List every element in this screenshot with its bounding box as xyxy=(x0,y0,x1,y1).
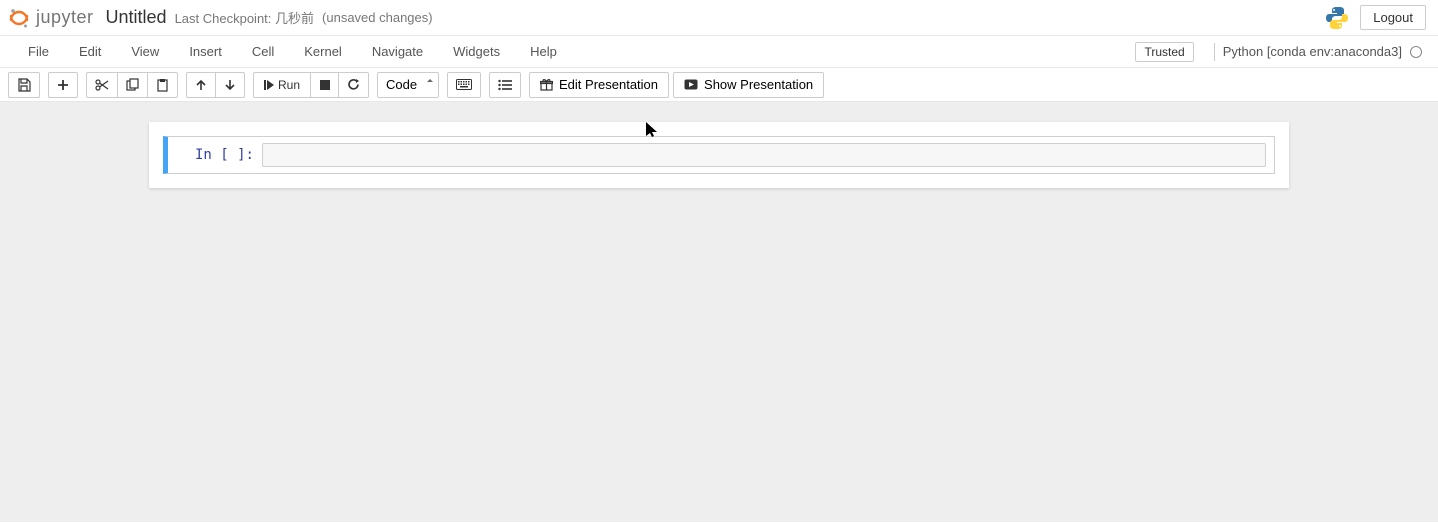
menu-insert[interactable]: Insert xyxy=(177,38,234,65)
paste-icon xyxy=(156,78,169,92)
cell-input[interactable] xyxy=(262,143,1266,167)
move-down-button[interactable] xyxy=(216,72,245,98)
code-cell[interactable]: In [ ]: xyxy=(163,136,1275,174)
show-presentation-button[interactable]: Show Presentation xyxy=(673,72,824,98)
arrow-down-icon xyxy=(224,79,236,91)
restart-icon xyxy=(347,78,360,91)
menu-view[interactable]: View xyxy=(119,38,171,65)
run-label: Run xyxy=(278,78,300,92)
checkpoint-time: 几秒前 xyxy=(275,11,314,26)
notebook-container: In [ ]: xyxy=(149,122,1289,188)
cut-button[interactable] xyxy=(86,72,118,98)
cell-prompt: In [ ]: xyxy=(176,143,262,167)
copy-icon xyxy=(126,78,139,91)
save-icon xyxy=(17,78,31,92)
run-icon xyxy=(264,80,274,90)
logout-button[interactable]: Logout xyxy=(1360,5,1426,30)
jupyter-logo[interactable]: jupyter xyxy=(8,7,94,29)
menu-help[interactable]: Help xyxy=(518,38,569,65)
move-up-button[interactable] xyxy=(186,72,216,98)
jupyter-logo-text: jupyter xyxy=(36,7,94,28)
show-presentation-label: Show Presentation xyxy=(704,77,813,92)
menu-kernel[interactable]: Kernel xyxy=(292,38,354,65)
stop-icon xyxy=(320,80,330,90)
run-button[interactable]: Run xyxy=(253,72,311,98)
kernel-name[interactable]: Python [conda env:anaconda3] xyxy=(1223,44,1402,59)
notebook-title[interactable]: Untitled xyxy=(106,7,167,28)
edit-presentation-button[interactable]: Edit Presentation xyxy=(529,72,669,98)
menu-file[interactable]: File xyxy=(16,38,61,65)
header: jupyter Untitled Last Checkpoint: 几秒前 (u… xyxy=(0,0,1438,36)
edit-presentation-label: Edit Presentation xyxy=(559,77,658,92)
jupyter-logo-icon xyxy=(8,7,30,29)
notebook-background: In [ ]: xyxy=(0,102,1438,522)
plus-icon xyxy=(57,79,69,91)
keyboard-icon xyxy=(456,79,472,90)
command-palette-button[interactable] xyxy=(447,72,481,98)
trusted-badge[interactable]: Trusted xyxy=(1135,42,1193,62)
menu-navigate[interactable]: Navigate xyxy=(360,38,435,65)
python-logo-icon xyxy=(1324,5,1350,31)
interrupt-button[interactable] xyxy=(311,72,339,98)
celltype-select[interactable]: Code xyxy=(377,72,439,98)
kernel-idle-icon[interactable] xyxy=(1410,46,1422,58)
restart-button[interactable] xyxy=(339,72,369,98)
checkpoint-status: Last Checkpoint: 几秒前 xyxy=(175,8,314,27)
save-button[interactable] xyxy=(8,72,40,98)
toolbar: Run Code xyxy=(0,68,1438,102)
gift-icon xyxy=(540,78,553,91)
menu-widgets[interactable]: Widgets xyxy=(441,38,512,65)
scissors-icon xyxy=(95,79,109,91)
menu-edit[interactable]: Edit xyxy=(67,38,113,65)
play-icon xyxy=(684,79,698,90)
arrow-up-icon xyxy=(195,79,207,91)
paste-button[interactable] xyxy=(148,72,178,98)
menu-cell[interactable]: Cell xyxy=(240,38,286,65)
menubar: File Edit View Insert Cell Kernel Naviga… xyxy=(0,36,1438,68)
copy-button[interactable] xyxy=(118,72,148,98)
checkpoint-prefix: Last Checkpoint: xyxy=(175,11,275,26)
toc-button[interactable] xyxy=(489,72,521,98)
list-icon xyxy=(498,79,512,91)
kernel-separator xyxy=(1214,43,1215,61)
unsaved-indicator: (unsaved changes) xyxy=(322,10,433,25)
add-cell-button[interactable] xyxy=(48,72,78,98)
